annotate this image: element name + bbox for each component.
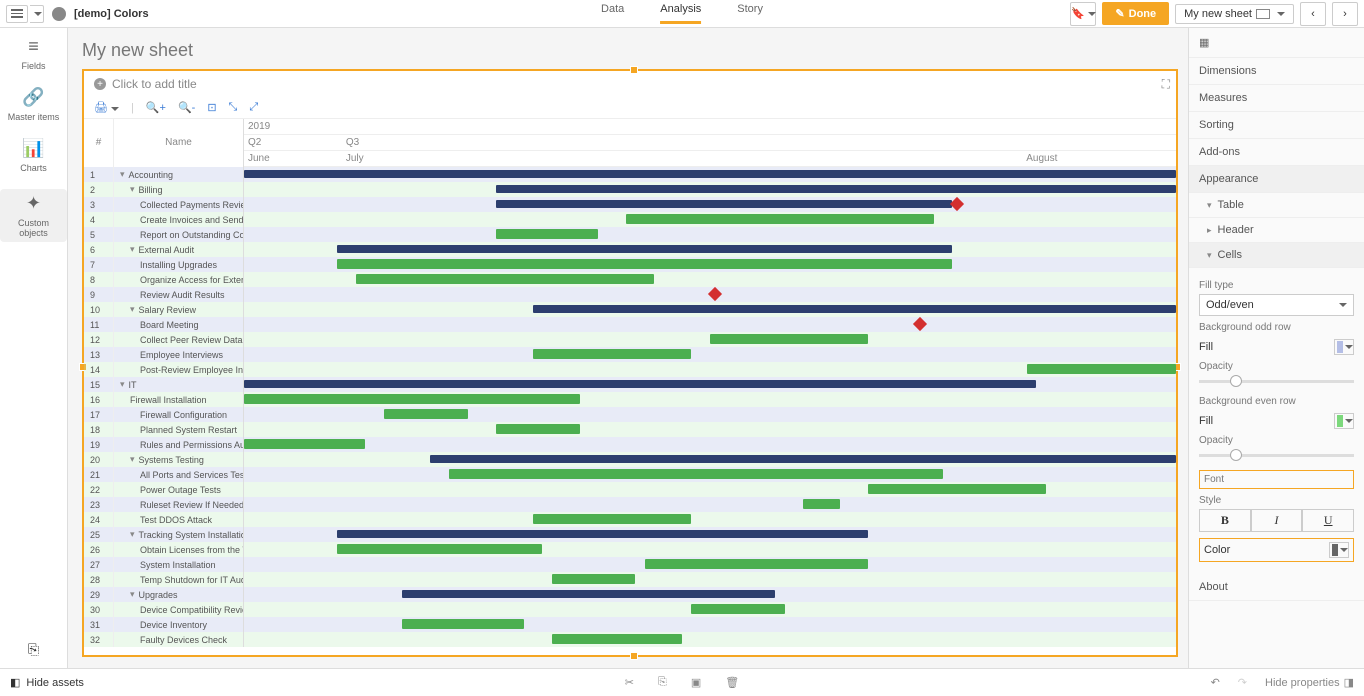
rp-sorting[interactable]: Sorting <box>1189 112 1364 139</box>
app-name: [demo] Colors <box>74 8 149 20</box>
rail-charts[interactable]: 📊Charts <box>20 138 47 173</box>
table-row[interactable]: 4Create Invoices and Send <box>84 212 1176 227</box>
copy-icon[interactable]: ⎘ <box>658 676 667 689</box>
table-row[interactable]: 23Ruleset Review If Needed <box>84 497 1176 512</box>
chart-title[interactable]: +Click to add title <box>84 71 1176 97</box>
rp-addons[interactable]: Add-ons <box>1189 139 1364 166</box>
even-fill-swatch[interactable] <box>1334 413 1354 429</box>
expand-all-icon[interactable]: ⤡ <box>229 101 238 114</box>
rp-cells[interactable]: ▾Cells <box>1189 243 1364 268</box>
rp-dimensions[interactable]: Dimensions <box>1189 58 1364 85</box>
gantt-toolbar: 🖨 | 🔍+ 🔍- ⊡ ⤡ ⤢ <box>84 97 1176 119</box>
table-row[interactable]: 11Board Meeting <box>84 317 1176 332</box>
table-row[interactable]: 1▾Accounting <box>84 167 1176 182</box>
sheet-title[interactable]: My new sheet <box>82 40 1178 61</box>
done-button[interactable]: ✎ Done <box>1102 2 1169 25</box>
menu-button[interactable] <box>6 5 28 23</box>
font-label: Font <box>1199 470 1354 489</box>
hide-properties-button[interactable]: Hide properties ◨ <box>1265 676 1354 689</box>
even-opacity-slider[interactable] <box>1199 450 1354 460</box>
odd-fill-swatch[interactable] <box>1334 339 1354 355</box>
table-row[interactable]: 3Collected Payments Review <box>84 197 1176 212</box>
table-row[interactable]: 31Device Inventory <box>84 617 1176 632</box>
table-row[interactable]: 9Review Audit Results <box>84 287 1176 302</box>
delete-icon[interactable]: 🗑 <box>725 676 739 689</box>
rp-measures[interactable]: Measures <box>1189 85 1364 112</box>
table-row[interactable]: 30Device Compatibility Revie <box>84 602 1176 617</box>
table-row[interactable]: 14Post-Review Employee Int <box>84 362 1176 377</box>
table-row[interactable]: 26Obtain Licenses from the V <box>84 542 1176 557</box>
table-row[interactable]: 10▾Salary Review <box>84 302 1176 317</box>
table-row[interactable]: 12Collect Peer Review Data <box>84 332 1176 347</box>
bold-button[interactable]: B <box>1199 509 1251 532</box>
table-row[interactable]: 21All Ports and Services Test <box>84 467 1176 482</box>
rp-header[interactable]: ▸Header <box>1189 218 1364 243</box>
year-label: 2019 <box>244 119 1176 135</box>
table-row[interactable]: 5Report on Outstanding Co <box>84 227 1176 242</box>
redo-icon[interactable]: ↷ <box>1238 676 1247 689</box>
table-row[interactable]: 7Installing Upgrades <box>84 257 1176 272</box>
col-num: # <box>84 119 114 167</box>
font-color-row: Color <box>1199 538 1354 562</box>
menu-caret[interactable] <box>30 5 44 23</box>
table-row[interactable]: 13Employee Interviews <box>84 347 1176 362</box>
table-row[interactable]: 25▾Tracking System Installation <box>84 527 1176 542</box>
font-color-swatch[interactable] <box>1329 542 1349 558</box>
table-row[interactable]: 15▾IT <box>84 377 1176 392</box>
undo-icon[interactable]: ↶ <box>1211 676 1220 689</box>
tab-analysis[interactable]: Analysis <box>660 3 701 24</box>
zoom-fit-icon[interactable]: ⊡ <box>207 101 216 114</box>
table-row[interactable]: 27System Installation <box>84 557 1176 572</box>
collapse-all-icon[interactable]: ⤢ <box>249 101 258 114</box>
table-layout-icon[interactable]: ▦ <box>1199 37 1209 49</box>
table-row[interactable]: 17Firewall Configuration <box>84 407 1176 422</box>
rp-appearance[interactable]: Appearance <box>1189 166 1364 193</box>
hide-assets-button[interactable]: ◧Hide assets <box>10 676 84 689</box>
table-row[interactable]: 29▾Upgrades <box>84 587 1176 602</box>
table-row[interactable]: 24Test DDOS Attack <box>84 512 1176 527</box>
properties-panel: ▦ Dimensions Measures Sorting Add-ons Ap… <box>1188 28 1364 668</box>
prev-sheet-button[interactable]: ‹ <box>1300 2 1326 26</box>
zoom-out-icon[interactable]: 🔍- <box>178 101 195 114</box>
table-row[interactable]: 28Temp Shutdown for IT Aud <box>84 572 1176 587</box>
tab-data[interactable]: Data <box>601 3 624 24</box>
next-sheet-button[interactable]: › <box>1332 2 1358 26</box>
rp-about[interactable]: About <box>1189 574 1364 601</box>
table-row[interactable]: 22Power Outage Tests <box>84 482 1176 497</box>
underline-button[interactable]: U <box>1302 509 1354 532</box>
col-name: Name <box>114 119 243 167</box>
app-icon <box>52 7 66 21</box>
table-row[interactable]: 2▾Billing <box>84 182 1176 197</box>
sheet-dropdown[interactable]: My new sheet <box>1175 4 1294 24</box>
expand-icon[interactable]: ⛶ <box>1162 77 1170 92</box>
rail-fields[interactable]: ≡Fields <box>21 36 45 71</box>
fill-type-select[interactable]: Odd/even <box>1199 294 1354 316</box>
table-row[interactable]: 20▾Systems Testing <box>84 452 1176 467</box>
italic-button[interactable]: I <box>1251 509 1303 532</box>
table-row[interactable]: 6▾External Audit <box>84 242 1176 257</box>
table-row[interactable]: 32Faulty Devices Check <box>84 632 1176 647</box>
paste-icon[interactable]: ▣ <box>691 676 701 689</box>
gantt-chart[interactable]: +Click to add title ⛶ 🖨 | 🔍+ 🔍- ⊡ ⤡ ⤢ # … <box>82 69 1178 657</box>
odd-opacity-slider[interactable] <box>1199 376 1354 386</box>
tab-story[interactable]: Story <box>737 3 763 24</box>
rail-custom[interactable]: ✦Custom objects <box>0 189 67 242</box>
table-row[interactable]: 18Planned System Restart <box>84 422 1176 437</box>
zoom-in-icon[interactable]: 🔍+ <box>146 101 166 114</box>
rail-master[interactable]: 🔗Master items <box>8 87 60 122</box>
table-row[interactable]: 16Firewall Installation <box>84 392 1176 407</box>
table-row[interactable]: 19Rules and Permissions Aud <box>84 437 1176 452</box>
rp-table[interactable]: ▾Table <box>1189 193 1364 218</box>
bookmark-button[interactable]: 🔖 <box>1070 2 1096 26</box>
rail-collapse-icon[interactable]: ⎘ <box>28 641 39 658</box>
font-style-buttons[interactable]: B I U <box>1199 509 1354 532</box>
cut-icon[interactable]: ✂ <box>625 676 634 689</box>
print-icon[interactable]: 🖨 <box>94 101 119 114</box>
table-row[interactable]: 8Organize Access for Extern <box>84 272 1176 287</box>
